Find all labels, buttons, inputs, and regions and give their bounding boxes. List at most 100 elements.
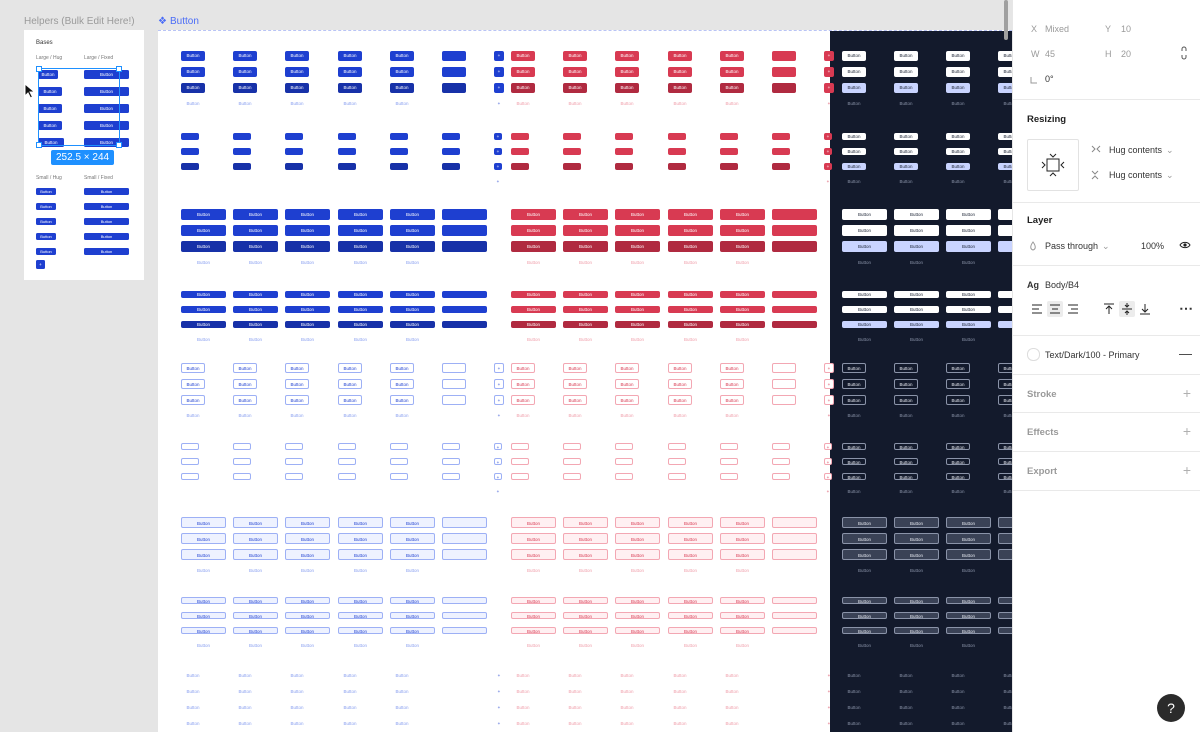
variant-button[interactable] <box>442 163 460 170</box>
variant-button[interactable] <box>772 306 817 313</box>
variant-button[interactable]: Button <box>668 379 692 389</box>
variant-button[interactable] <box>772 533 817 544</box>
variant-button[interactable]: Button <box>233 719 257 729</box>
variant-button[interactable]: Button <box>233 291 278 298</box>
variant-button[interactable]: Button <box>615 597 660 604</box>
variant-button[interactable]: Button <box>338 83 362 93</box>
dark-variant-button[interactable]: Button <box>894 443 918 450</box>
variant-button[interactable]: Button <box>563 517 608 528</box>
dark-variant-button[interactable]: Button <box>842 488 866 495</box>
variant-button[interactable]: Button <box>338 51 362 61</box>
variant-button[interactable] <box>442 395 466 405</box>
dark-variant-button[interactable]: Button <box>946 133 970 140</box>
variant-button[interactable]: Button <box>181 703 205 713</box>
variant-button[interactable] <box>442 133 460 140</box>
variant-button[interactable]: Button <box>668 565 713 576</box>
w-input[interactable]: 45 <box>1045 49 1055 59</box>
variant-button[interactable]: Button <box>338 411 362 421</box>
selection-box[interactable] <box>36 66 122 148</box>
variant-button[interactable]: Button <box>563 67 587 77</box>
variant-button[interactable]: Button <box>511 225 556 236</box>
dark-variant-button[interactable]: Button <box>946 517 991 528</box>
dark-variant-button[interactable]: Button <box>842 411 866 421</box>
variant-button[interactable]: Button <box>390 257 435 268</box>
dark-variant-button[interactable]: Button <box>946 549 991 560</box>
variant-button[interactable] <box>338 488 356 495</box>
variant-button[interactable]: Button <box>563 321 608 328</box>
resize-handle-bottom-right[interactable] <box>116 142 122 148</box>
variant-button[interactable] <box>772 291 817 298</box>
dark-variant-button[interactable]: Button <box>998 488 1012 495</box>
dark-variant-button[interactable]: Button <box>946 642 991 649</box>
dark-variant-button[interactable]: Button <box>998 163 1012 170</box>
icon-only-button[interactable]: + <box>824 703 834 713</box>
fill-swatch[interactable] <box>1027 348 1040 361</box>
variant-button[interactable] <box>772 133 790 140</box>
variant-button[interactable]: Button <box>233 517 278 528</box>
dark-variant-button[interactable]: Button <box>946 671 970 681</box>
variant-button[interactable]: Button <box>563 612 608 619</box>
variant-button[interactable]: Button <box>233 209 278 220</box>
icon-only-button[interactable]: + <box>824 488 832 495</box>
variant-button[interactable]: Button <box>181 565 226 576</box>
variant-button[interactable]: Button <box>285 627 330 634</box>
dark-variant-button[interactable]: Button <box>998 627 1012 634</box>
dark-variant-button[interactable]: Button <box>946 363 970 373</box>
icon-only-button[interactable]: + <box>494 671 504 681</box>
variant-button[interactable]: Button <box>181 687 205 697</box>
variant-button[interactable]: Button <box>563 306 608 313</box>
variant-button[interactable]: Button <box>720 363 744 373</box>
dark-variant-button[interactable]: Button <box>946 703 970 713</box>
dark-variant-button[interactable]: Button <box>946 458 970 465</box>
dark-variant-button[interactable]: Button <box>842 612 887 619</box>
variant-button[interactable]: Button <box>338 225 383 236</box>
variant-button[interactable] <box>772 411 796 421</box>
variant-button[interactable] <box>390 163 408 170</box>
variant-button[interactable]: Button <box>233 565 278 576</box>
variant-button[interactable]: Button <box>615 612 660 619</box>
variant-button[interactable] <box>772 687 796 697</box>
dark-variant-button[interactable]: Button <box>998 612 1012 619</box>
dark-variant-button[interactable]: Button <box>894 379 918 389</box>
variant-button[interactable]: Button <box>720 395 744 405</box>
variant-button[interactable] <box>442 291 487 298</box>
variant-button[interactable]: Button <box>615 67 639 77</box>
variant-button[interactable] <box>511 148 529 155</box>
dark-variant-button[interactable]: Button <box>946 473 970 480</box>
icon-only-button[interactable]: + <box>494 178 502 185</box>
variant-button[interactable] <box>442 549 487 560</box>
icon-only-button[interactable]: + <box>824 411 834 421</box>
variant-button[interactable]: Button <box>181 306 226 313</box>
variant-button[interactable]: Button <box>181 83 205 93</box>
dark-variant-button[interactable]: Button <box>946 225 991 236</box>
variant-button[interactable]: Button <box>668 687 692 697</box>
variant-button[interactable]: Button <box>720 411 744 421</box>
dark-variant-button[interactable]: Button <box>998 411 1012 421</box>
variant-button[interactable] <box>338 458 356 465</box>
eye-icon[interactable] <box>1179 240 1191 250</box>
variant-button[interactable]: Button <box>511 597 556 604</box>
variant-button[interactable]: Button <box>511 533 556 544</box>
variant-button[interactable] <box>668 178 686 185</box>
variant-button[interactable]: Button <box>181 395 205 405</box>
variant-button[interactable]: Button <box>338 533 383 544</box>
variant-button[interactable]: Button <box>233 336 278 343</box>
variant-button[interactable]: Button <box>511 291 556 298</box>
variant-button[interactable] <box>442 411 466 421</box>
variant-button[interactable]: Button <box>720 719 744 729</box>
variant-button[interactable]: Button <box>390 99 414 109</box>
helper-icon-button[interactable]: + <box>36 260 45 269</box>
variant-button[interactable] <box>442 83 466 93</box>
variant-button[interactable] <box>772 225 817 236</box>
icon-only-button[interactable]: + <box>824 473 832 480</box>
dark-variant-button[interactable]: Button <box>894 473 918 480</box>
dark-variant-button[interactable]: Button <box>946 257 991 268</box>
variant-button[interactable]: Button <box>563 533 608 544</box>
variant-button[interactable] <box>442 627 487 634</box>
variant-button[interactable]: Button <box>181 209 226 220</box>
variant-button[interactable] <box>720 163 738 170</box>
dark-variant-button[interactable]: Button <box>894 411 918 421</box>
variant-button[interactable] <box>772 395 796 405</box>
variant-button[interactable] <box>511 473 529 480</box>
dark-variant-button[interactable]: Button <box>946 336 991 343</box>
